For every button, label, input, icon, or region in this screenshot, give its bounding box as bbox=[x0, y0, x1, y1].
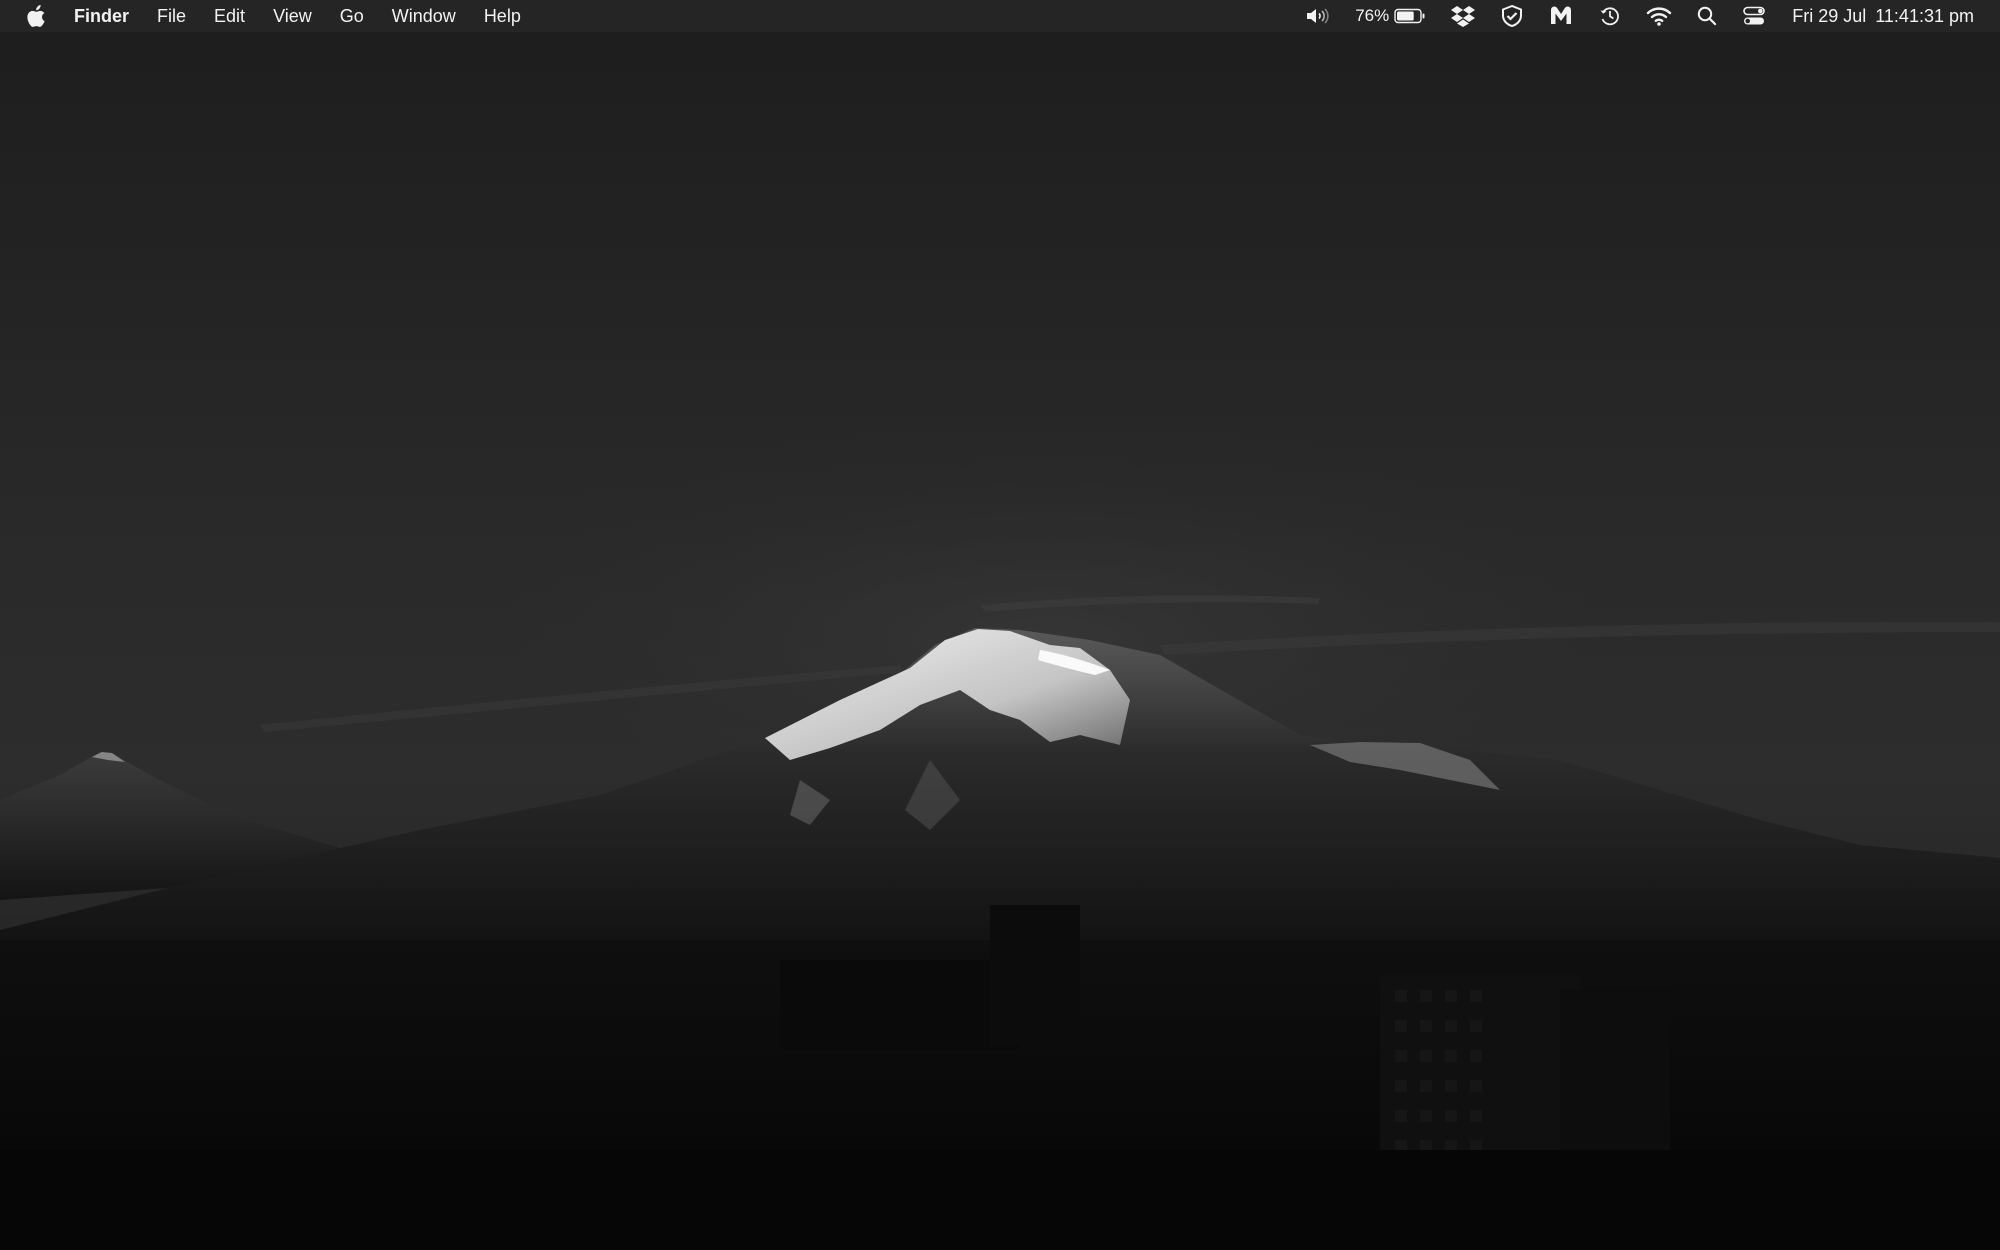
menu-bar-clock[interactable]: Fri 29 Jul 11:41:31 pm bbox=[1792, 0, 1974, 32]
malwarebytes-icon[interactable] bbox=[1548, 0, 1574, 32]
menu-go[interactable]: Go bbox=[326, 0, 378, 32]
menu-file[interactable]: File bbox=[143, 0, 200, 32]
apple-logo-icon[interactable] bbox=[26, 4, 48, 28]
menu-bar: Finder File Edit View Go Window Help 76% bbox=[0, 0, 2000, 32]
shield-check-icon[interactable] bbox=[1500, 0, 1524, 32]
clock-time: 11:41:31 pm bbox=[1875, 5, 1974, 26]
wifi-icon[interactable] bbox=[1646, 0, 1672, 32]
menu-view[interactable]: View bbox=[259, 0, 326, 32]
menu-window[interactable]: Window bbox=[378, 0, 470, 32]
menu-app-name[interactable]: Finder bbox=[74, 0, 143, 32]
battery-percent: 76% bbox=[1355, 6, 1390, 25]
mountain-wallpaper bbox=[0, 0, 2000, 1250]
speaker-volume-icon[interactable] bbox=[1305, 0, 1331, 32]
clock-date: Fri 29 Jul bbox=[1792, 5, 1867, 26]
menu-help[interactable]: Help bbox=[470, 0, 535, 32]
search-icon[interactable] bbox=[1696, 0, 1718, 32]
menu-edit[interactable]: Edit bbox=[200, 0, 259, 32]
battery-status[interactable]: 76% bbox=[1355, 0, 1426, 32]
battery-fill bbox=[1397, 11, 1414, 21]
menu-bar-extras: 76% Fri 29 Jul 11:41:31 pm bbox=[1281, 0, 2000, 32]
time-machine-icon[interactable] bbox=[1598, 0, 1622, 32]
battery-icon bbox=[1394, 8, 1425, 24]
dropbox-icon[interactable] bbox=[1450, 0, 1476, 32]
desktop: Finder File Edit View Go Window Help 76% bbox=[0, 0, 2000, 1250]
control-center-icon[interactable] bbox=[1742, 0, 1766, 32]
menu-bar-left: Finder File Edit View Go Window Help bbox=[0, 0, 535, 32]
